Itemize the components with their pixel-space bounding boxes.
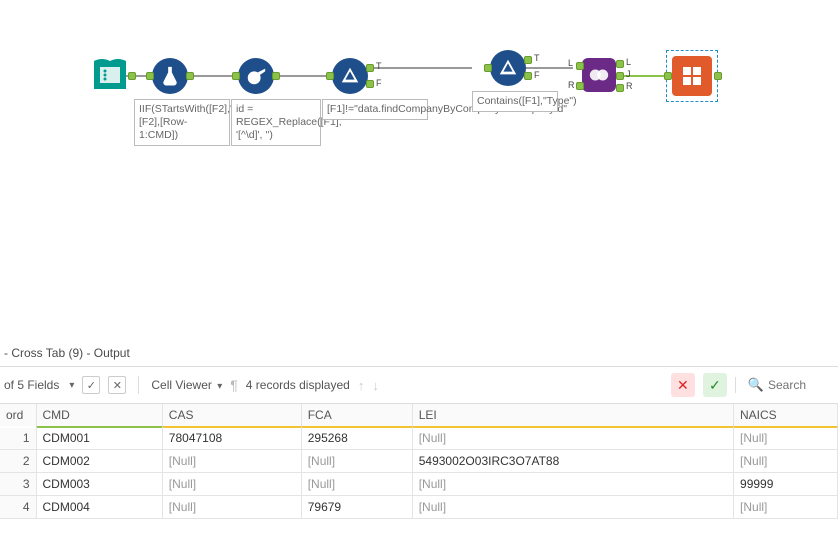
- cross-tab-tool[interactable]: [672, 56, 712, 96]
- anchor-j-out[interactable]: [616, 72, 624, 80]
- results-grid[interactable]: ordCMDCASFCALEINAICS 1CDM001780471082952…: [0, 404, 838, 519]
- expr-box-3[interactable]: [F1]!="data.findCompanyByCompanyId.compa…: [322, 99, 428, 120]
- search-input[interactable]: [768, 378, 828, 392]
- search-icon: 🔍: [748, 377, 764, 393]
- anchor-right-in[interactable]: [576, 82, 584, 90]
- row-number: 3: [0, 473, 36, 496]
- cell[interactable]: [Null]: [162, 496, 301, 519]
- anchor-out[interactable]: [128, 72, 136, 80]
- anchor-label-r: R: [568, 80, 575, 90]
- connector: [525, 67, 573, 69]
- cell[interactable]: CDM003: [36, 473, 162, 496]
- expr-box-1[interactable]: IIF(STartsWith([F2],'CDM'),[F2],[Row-1:C…: [134, 99, 230, 146]
- column-header[interactable]: ord: [0, 404, 36, 427]
- connector: [617, 75, 667, 77]
- row-number: 1: [0, 427, 36, 450]
- table-row[interactable]: 4CDM004[Null]79679[Null][Null]: [0, 496, 838, 519]
- check-icon[interactable]: ✓: [82, 376, 100, 394]
- cell[interactable]: 99999: [734, 473, 838, 496]
- cell[interactable]: [Null]: [412, 473, 733, 496]
- anchor-label-f: F: [534, 70, 540, 80]
- formula-tool-1[interactable]: [152, 58, 188, 94]
- table-row[interactable]: 3CDM003[Null][Null][Null]99999: [0, 473, 838, 496]
- anchor-left-in[interactable]: [576, 62, 584, 70]
- fields-summary[interactable]: of 5 Fields: [4, 378, 59, 392]
- cell[interactable]: [Null]: [734, 450, 838, 473]
- connector: [272, 75, 330, 77]
- expr-box-2[interactable]: id = REGEX_Replace([F1], '[^\d]', ''): [231, 99, 321, 146]
- column-header[interactable]: FCA: [301, 404, 412, 427]
- cell[interactable]: 78047108: [162, 427, 301, 450]
- cell[interactable]: [Null]: [162, 473, 301, 496]
- cell[interactable]: 5493002O03IRC3O7AT88: [412, 450, 733, 473]
- row-number: 4: [0, 496, 36, 519]
- results-panel: - Cross Tab (9) - Output of 5 Fields ▾ ✓…: [0, 340, 838, 543]
- results-title: - Cross Tab (9) - Output: [0, 340, 838, 367]
- table-row[interactable]: 1CDM00178047108295268[Null][Null]: [0, 427, 838, 450]
- cell[interactable]: [Null]: [412, 496, 733, 519]
- filter-tool-1[interactable]: [332, 58, 368, 94]
- anchor-label-t: T: [534, 53, 540, 63]
- records-count: 4 records displayed: [246, 378, 350, 392]
- anchor-in[interactable]: [232, 72, 240, 80]
- anchor-label-j: J: [626, 69, 631, 79]
- formula-tool-2[interactable]: [238, 58, 274, 94]
- cell[interactable]: [Null]: [301, 450, 412, 473]
- anchor-out[interactable]: [714, 72, 722, 80]
- anchor-false[interactable]: [524, 72, 532, 80]
- apply-button[interactable]: ✓: [703, 373, 727, 397]
- x-small-icon[interactable]: ✕: [108, 376, 126, 394]
- anchor-l-out[interactable]: [616, 60, 624, 68]
- column-header[interactable]: CAS: [162, 404, 301, 427]
- anchor-label-f: F: [376, 78, 382, 88]
- anchor-in[interactable]: [664, 72, 672, 80]
- cell[interactable]: CDM002: [36, 450, 162, 473]
- cell[interactable]: [Null]: [734, 496, 838, 519]
- arrow-down-icon[interactable]: ↓: [372, 378, 379, 393]
- cell[interactable]: [Null]: [412, 427, 733, 450]
- anchor-label-r: R: [626, 81, 633, 91]
- column-header[interactable]: NAICS: [734, 404, 838, 427]
- cell[interactable]: [Null]: [301, 473, 412, 496]
- anchor-label-l: L: [626, 57, 631, 67]
- join-tool[interactable]: [582, 58, 616, 92]
- anchor-label-t: T: [376, 61, 382, 71]
- search-box[interactable]: 🔍: [735, 377, 834, 393]
- workflow-canvas[interactable]: T F T F L R L J R IIF(STartsWith([F2],'C…: [0, 0, 838, 200]
- cell[interactable]: [Null]: [162, 450, 301, 473]
- cell[interactable]: CDM004: [36, 496, 162, 519]
- anchor-out[interactable]: [272, 72, 280, 80]
- input-data-tool[interactable]: [90, 55, 130, 98]
- cancel-button[interactable]: ✕: [671, 373, 695, 397]
- paragraph-icon[interactable]: ¶: [230, 377, 238, 393]
- anchor-false[interactable]: [366, 80, 374, 88]
- cell[interactable]: 79679: [301, 496, 412, 519]
- results-toolbar: of 5 Fields ▾ ✓ ✕ Cell Viewer ▾ ¶ 4 reco…: [0, 367, 838, 404]
- anchor-in[interactable]: [326, 72, 334, 80]
- expr-box-4[interactable]: Contains([F1],"Type"): [472, 91, 558, 112]
- cell-viewer-dropdown[interactable]: Cell Viewer ▾: [151, 378, 222, 392]
- anchor-r-out[interactable]: [616, 84, 624, 92]
- column-header[interactable]: LEI: [412, 404, 733, 427]
- anchor-label-l: L: [568, 58, 573, 68]
- cell[interactable]: 295268: [301, 427, 412, 450]
- anchor-in[interactable]: [146, 72, 154, 80]
- row-number: 2: [0, 450, 36, 473]
- filter-tool-2[interactable]: [490, 50, 526, 86]
- table-row[interactable]: 2CDM002[Null][Null]5493002O03IRC3O7AT88[…: [0, 450, 838, 473]
- connector: [368, 67, 472, 69]
- anchor-true[interactable]: [524, 56, 532, 64]
- column-header[interactable]: CMD: [36, 404, 162, 427]
- separator: [138, 376, 139, 394]
- anchor-true[interactable]: [366, 64, 374, 72]
- cell[interactable]: [Null]: [734, 427, 838, 450]
- cell[interactable]: CDM001: [36, 427, 162, 450]
- anchor-in[interactable]: [484, 64, 492, 72]
- anchor-out[interactable]: [186, 72, 194, 80]
- arrow-up-icon[interactable]: ↑: [358, 378, 365, 393]
- chevron-down-icon[interactable]: ▾: [69, 380, 74, 391]
